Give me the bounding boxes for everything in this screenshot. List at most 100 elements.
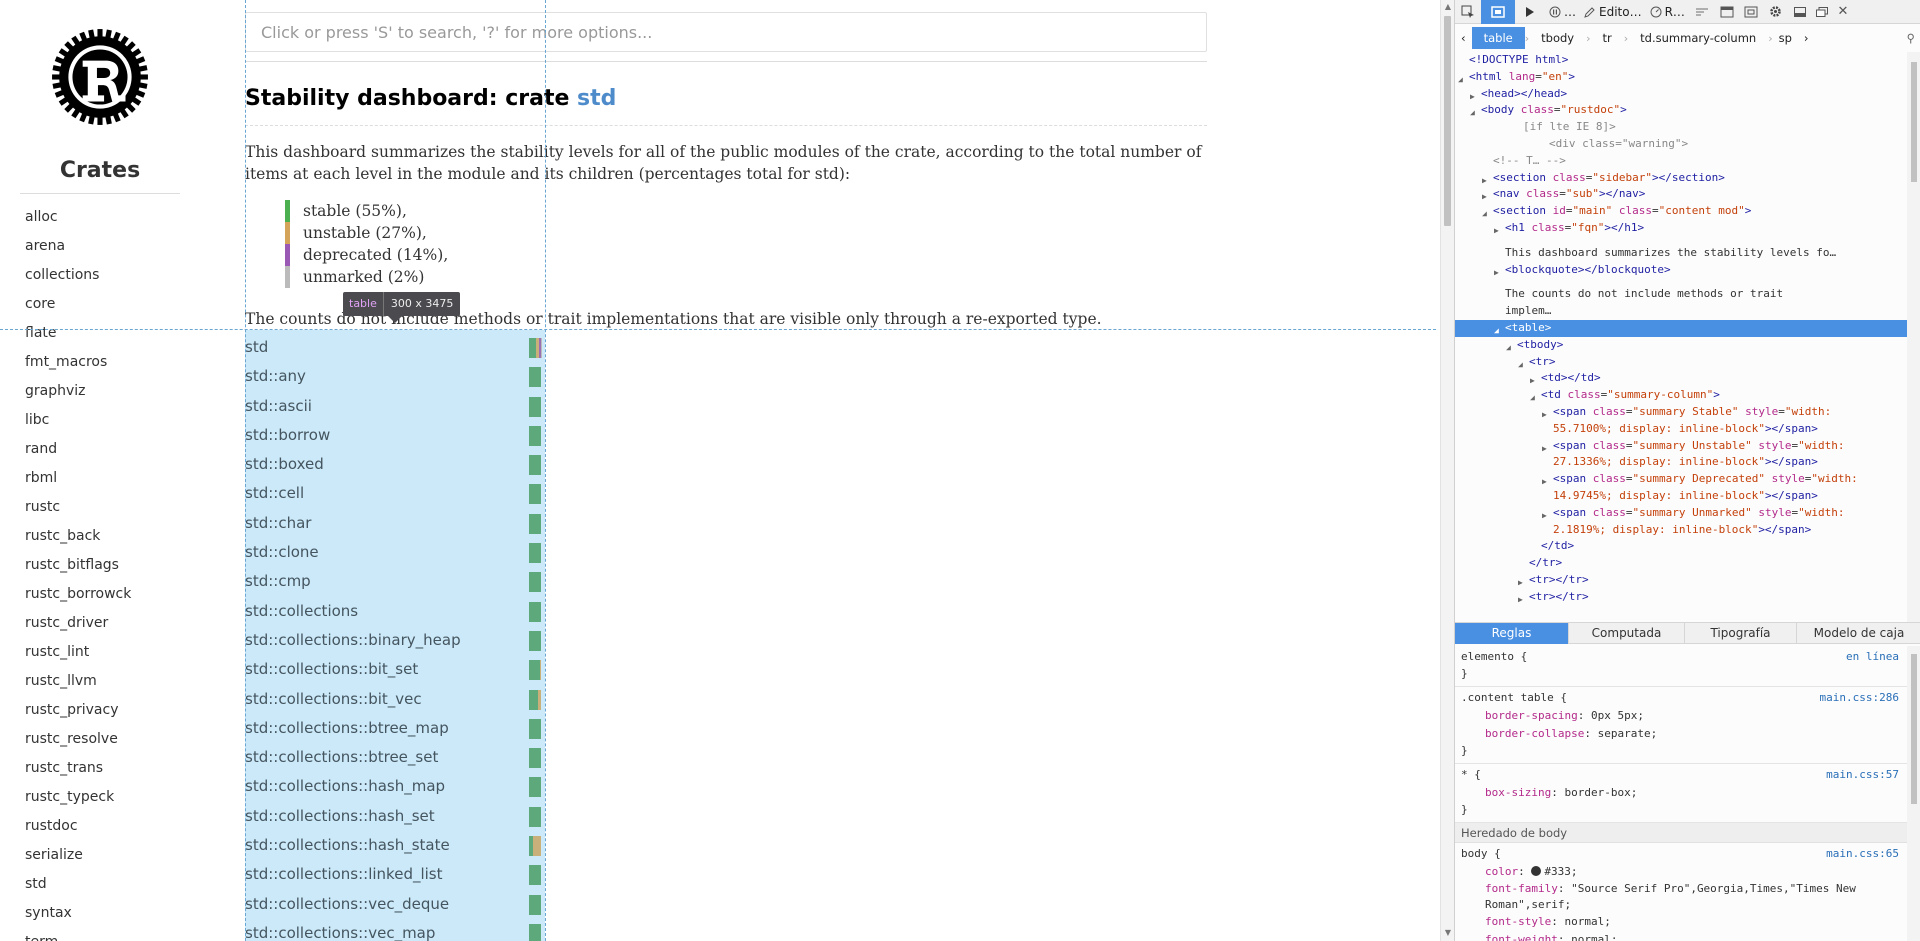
- markup-node[interactable]: ◢ <tr>: [1455, 354, 1907, 371]
- crate-link-rustc_llvm[interactable]: rustc_llvm: [25, 670, 131, 699]
- rust-logo[interactable]: [49, 26, 151, 128]
- gear-icon[interactable]: [1763, 0, 1789, 24]
- breadcrumb-forward-icon[interactable]: ›: [1798, 27, 1815, 49]
- module-link[interactable]: std::collections::vec_deque: [245, 895, 449, 913]
- rule-source-link[interactable]: en línea: [1846, 648, 1899, 666]
- crate-link-rand[interactable]: rand: [25, 438, 131, 467]
- style-editor-tab[interactable]: Edito…: [1580, 0, 1646, 24]
- markup-node[interactable]: ▶ <nav class="sub"></nav>: [1455, 186, 1907, 203]
- crate-link-rbml[interactable]: rbml: [25, 467, 131, 496]
- search-input[interactable]: [245, 12, 1207, 52]
- scrollbar-thumb[interactable]: [1911, 62, 1917, 182]
- markup-text-node[interactable]: This dashboard summarizes the stability …: [1455, 245, 1907, 262]
- breadcrumb-back-icon[interactable]: ‹: [1455, 27, 1472, 49]
- markup-node[interactable]: ◢ <section id="main" class="content mod">: [1455, 203, 1907, 220]
- responsive-icon[interactable]: [1715, 0, 1739, 24]
- module-link[interactable]: std::collections::btree_map: [245, 719, 449, 737]
- css-declaration[interactable]: border-collapse: separate;: [1461, 725, 1901, 743]
- markup-node[interactable]: ▶ <tr></tr>: [1455, 589, 1907, 606]
- debugger-tab[interactable]: …: [1545, 0, 1580, 24]
- markup-node[interactable]: ▶ <h1 class="fqn"></h1>: [1455, 220, 1907, 237]
- markup-scrollbar[interactable]: [1907, 52, 1920, 622]
- tab-rules[interactable]: Reglas: [1455, 623, 1569, 644]
- crate-link-fmt_macros[interactable]: fmt_macros: [25, 351, 131, 380]
- breadcrumb-item[interactable]: tr: [1591, 27, 1624, 49]
- crate-link-rustc_bitflags[interactable]: rustc_bitflags: [25, 554, 131, 583]
- markup-node[interactable]: </td>: [1455, 538, 1907, 555]
- markup-node[interactable]: <!DOCTYPE html>: [1455, 52, 1907, 69]
- module-link[interactable]: std::clone: [245, 543, 319, 561]
- markup-comment[interactable]: <!-- T… -->: [1455, 153, 1907, 170]
- crate-link-rustc_borrowck[interactable]: rustc_borrowck: [25, 583, 131, 612]
- module-link[interactable]: std::collections: [245, 602, 358, 620]
- search-icon[interactable]: ⚲: [1901, 27, 1920, 49]
- performance-tab[interactable]: R…: [1646, 0, 1689, 24]
- dock-side-icon[interactable]: [1789, 0, 1811, 24]
- module-link[interactable]: std::boxed: [245, 455, 324, 473]
- markup-text-node[interactable]: implem…: [1455, 303, 1907, 320]
- breadcrumb-item[interactable]: td.summary-column: [1628, 27, 1768, 49]
- tab-computed[interactable]: Computada: [1569, 623, 1685, 644]
- module-link[interactable]: std::collections::hash_state: [245, 836, 450, 854]
- tab-box-model[interactable]: Modelo de caja: [1797, 623, 1920, 644]
- markup-node[interactable]: </tr>: [1455, 555, 1907, 572]
- module-link[interactable]: std::collections::bit_set: [245, 660, 418, 678]
- tab-fonts[interactable]: Tipografía: [1685, 623, 1797, 644]
- module-link[interactable]: std::collections::linked_list: [245, 865, 443, 883]
- console-tab-icon[interactable]: [1515, 0, 1545, 24]
- undock-icon[interactable]: [1811, 0, 1833, 24]
- markup-node[interactable]: ◢ <tbody>: [1455, 337, 1907, 354]
- markup-node[interactable]: ◢ <td class="summary-column">: [1455, 387, 1907, 404]
- paint-icon[interactable]: [1689, 0, 1715, 24]
- crate-link-rustc_privacy[interactable]: rustc_privacy: [25, 699, 131, 728]
- color-swatch-icon[interactable]: [1531, 866, 1542, 876]
- crate-link-std[interactable]: std: [25, 873, 131, 902]
- module-link[interactable]: std::char: [245, 514, 311, 532]
- module-link[interactable]: std::collections::btree_set: [245, 748, 438, 766]
- crate-link-syntax[interactable]: syntax: [25, 902, 131, 931]
- css-declaration[interactable]: font-weight: normal;: [1461, 931, 1901, 941]
- scroll-up-arrow-icon[interactable]: ▲: [1443, 2, 1453, 11]
- scroll-down-arrow-icon[interactable]: ▼: [1443, 928, 1453, 937]
- module-link[interactable]: std::cmp: [245, 572, 311, 590]
- screenshot-icon[interactable]: [1739, 0, 1763, 24]
- css-declaration[interactable]: border-spacing: 0px 5px;: [1461, 707, 1901, 725]
- close-icon[interactable]: ✕: [1833, 0, 1853, 24]
- rule-source-link[interactable]: main.css:286: [1820, 689, 1899, 707]
- markup-node[interactable]: ▶ <section class="sidebar"></section>: [1455, 170, 1907, 187]
- css-declaration[interactable]: box-sizing: border-box;: [1461, 784, 1901, 802]
- crate-link-arena[interactable]: arena: [25, 235, 131, 264]
- module-link[interactable]: std::collections::binary_heap: [245, 631, 461, 649]
- markup-comment[interactable]: <div class="warning">: [1455, 136, 1907, 153]
- breadcrumb-item[interactable]: sp: [1773, 27, 1798, 49]
- markup-text-node[interactable]: The counts do not include methods or tra…: [1455, 286, 1907, 303]
- markup-node-continued[interactable]: 14.9745%; display: inline-block"></span>: [1455, 488, 1907, 505]
- crate-link-rustc_trans[interactable]: rustc_trans: [25, 757, 131, 786]
- css-declaration[interactable]: font-family: "Source Serif Pro",Georgia,…: [1461, 881, 1901, 913]
- markup-comment[interactable]: [if lte IE 8]>: [1455, 119, 1907, 136]
- markup-node[interactable]: ▶ <head></head>: [1455, 86, 1907, 103]
- markup-node[interactable]: ◢ <body class="rustdoc">: [1455, 102, 1907, 119]
- markup-node[interactable]: ◢ <html lang="en">: [1455, 69, 1907, 86]
- crate-link-libc[interactable]: libc: [25, 409, 131, 438]
- rules-scrollbar[interactable]: [1907, 646, 1920, 941]
- crate-link-graphviz[interactable]: graphviz: [25, 380, 131, 409]
- scrollbar-thumb[interactable]: [1911, 654, 1917, 804]
- crate-link-rustc_resolve[interactable]: rustc_resolve: [25, 728, 131, 757]
- module-link[interactable]: std::ascii: [245, 397, 312, 415]
- inspector-tab-icon[interactable]: [1481, 0, 1515, 24]
- crate-link-rustc_typeck[interactable]: rustc_typeck: [25, 786, 131, 815]
- crate-link-rustdoc[interactable]: rustdoc: [25, 815, 131, 844]
- crate-link-term[interactable]: term: [25, 931, 131, 941]
- markup-node[interactable]: ▶ <td></td>: [1455, 370, 1907, 387]
- markup-node[interactable]: ▶ <span class="summary Stable" style="wid…: [1455, 404, 1907, 421]
- markup-node[interactable]: ▶ <span class="summary Unmarked" style="w…: [1455, 505, 1907, 522]
- rule-source-link[interactable]: main.css:57: [1826, 766, 1899, 784]
- module-link[interactable]: std::collections::hash_map: [245, 777, 445, 795]
- twisty-closed-icon[interactable]: ▶: [1518, 592, 1523, 609]
- module-link[interactable]: std::collections::vec_map: [245, 924, 435, 941]
- page-scrollbar[interactable]: ▲ ▼: [1440, 0, 1454, 941]
- css-declaration[interactable]: color: #333;: [1461, 863, 1901, 881]
- markup-node-continued[interactable]: 2.1819%; display: inline-block"></span>: [1455, 522, 1907, 539]
- markup-node[interactable]: ▶ <blockquote></blockquote>: [1455, 262, 1907, 279]
